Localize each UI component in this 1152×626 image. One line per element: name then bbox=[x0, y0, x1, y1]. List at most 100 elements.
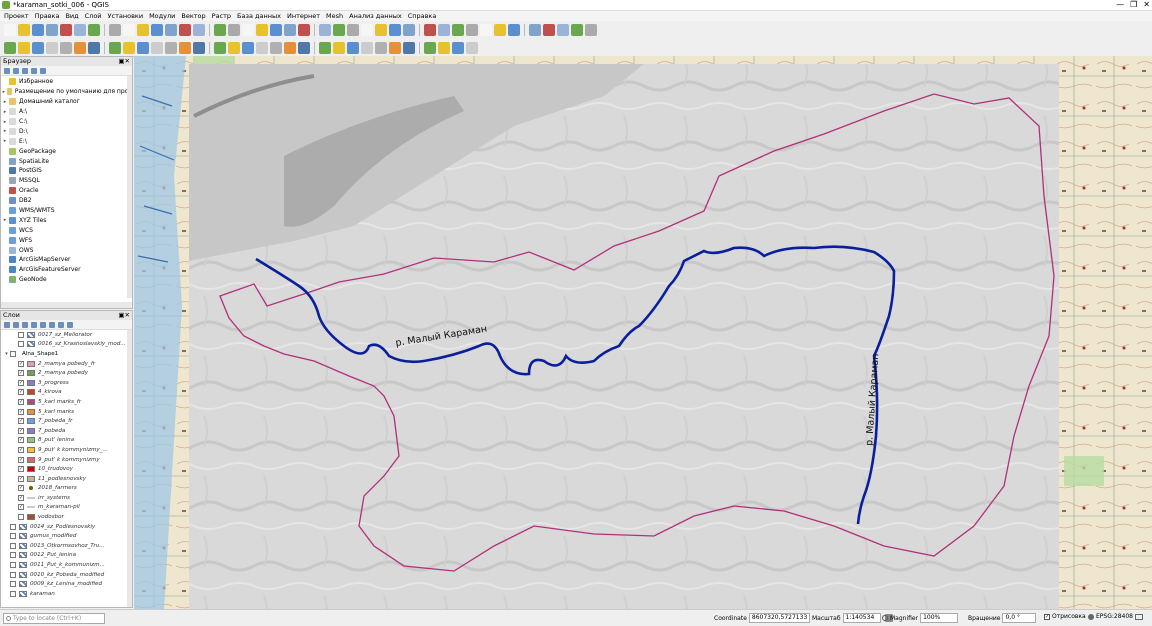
map-nav-tool-icon-24[interactable] bbox=[361, 24, 373, 36]
map-nav-tool-icon-20[interactable] bbox=[298, 24, 310, 36]
close-panel-icon[interactable]: ▣✕ bbox=[118, 57, 130, 66]
close-button[interactable]: ✕ bbox=[1143, 0, 1150, 10]
map-nav-tool-icon-15[interactable] bbox=[228, 24, 240, 36]
map-nav-tool-icon-30[interactable] bbox=[452, 24, 464, 36]
layer-row[interactable]: ✓ irr_systems bbox=[1, 493, 132, 503]
menu-item-9[interactable]: Интернет bbox=[287, 12, 320, 20]
browser-item[interactable]: WMS/WMTS bbox=[1, 206, 132, 216]
expand-arrow-icon[interactable]: ▸ bbox=[1, 119, 9, 125]
browser-item[interactable]: Oracle bbox=[1, 186, 132, 196]
browser-item[interactable]: ▸ XYZ Tiles bbox=[1, 215, 132, 225]
map-nav-tool-icon-37[interactable] bbox=[557, 24, 569, 36]
edit-tool-icon-7[interactable] bbox=[109, 41, 121, 54]
edit-tool-icon-27[interactable] bbox=[403, 41, 415, 54]
layer-visibility-checkbox[interactable]: ✓ bbox=[18, 494, 24, 501]
layer-visibility-checkbox[interactable]: ✓ bbox=[18, 427, 24, 434]
layer-row[interactable]: ▾ Alna_Shape1 bbox=[1, 349, 132, 359]
menu-item-5[interactable]: Модули bbox=[149, 12, 175, 20]
map-nav-tool-icon-2[interactable] bbox=[32, 24, 44, 36]
layer-visibility-checkbox[interactable] bbox=[10, 542, 16, 549]
menu-item-10[interactable]: Mesh bbox=[326, 12, 343, 20]
layer-visibility-checkbox[interactable]: ✓ bbox=[18, 485, 24, 492]
browser-item[interactable]: ▸ A:\ bbox=[1, 107, 132, 117]
rotation-field[interactable]: 0,0 ° bbox=[1002, 613, 1037, 623]
map-nav-tool-icon-6[interactable] bbox=[88, 24, 100, 36]
map-nav-tool-icon-29[interactable] bbox=[438, 24, 450, 36]
layer-row[interactable]: ✓ 5_karl marks bbox=[1, 407, 132, 417]
edit-tool-icon-23[interactable] bbox=[347, 41, 359, 54]
map-nav-tool-icon-3[interactable] bbox=[46, 24, 58, 36]
layer-row[interactable]: ✓ m_karaman-pil bbox=[1, 503, 132, 513]
add-selected-icon[interactable] bbox=[4, 67, 10, 74]
map-nav-tool-icon-36[interactable] bbox=[543, 24, 555, 36]
layer-row[interactable]: 0010_kz_Pobeda_modified bbox=[1, 570, 132, 580]
expand-arrow-icon[interactable]: ▸ bbox=[1, 99, 9, 105]
layer-visibility-checkbox[interactable] bbox=[18, 331, 24, 338]
messages-icon[interactable] bbox=[1134, 613, 1143, 620]
map-canvas[interactable]: р. Малый Караман р. Малый Караман bbox=[134, 56, 1152, 609]
menu-item-8[interactable]: База данных bbox=[237, 12, 281, 20]
map-nav-tool-icon-0[interactable] bbox=[4, 24, 16, 36]
crs-globe-icon[interactable] bbox=[1088, 613, 1094, 620]
edit-tool-icon-10[interactable] bbox=[151, 41, 163, 54]
layer-row[interactable]: ✓ 4_kirova bbox=[1, 388, 132, 398]
layer-visibility-checkbox[interactable]: ✓ bbox=[18, 446, 24, 453]
edit-tool-icon-8[interactable] bbox=[123, 41, 135, 54]
browser-item[interactable]: ▸ C:\ bbox=[1, 117, 132, 127]
map-nav-tool-icon-23[interactable] bbox=[347, 24, 359, 36]
layer-visibility-checkbox[interactable]: ✓ bbox=[18, 437, 24, 444]
layer-visibility-checkbox[interactable] bbox=[10, 571, 16, 578]
map-nav-tool-icon-13[interactable] bbox=[193, 24, 205, 36]
edit-tool-icon-15[interactable] bbox=[228, 41, 240, 54]
layer-row[interactable]: gumus_modified bbox=[1, 531, 132, 541]
layer-row[interactable]: ✓ 3_progress bbox=[1, 378, 132, 388]
layer-visibility-checkbox[interactable] bbox=[10, 552, 16, 559]
map-nav-tool-icon-21[interactable] bbox=[319, 24, 331, 36]
browser-item[interactable]: WFS bbox=[1, 235, 132, 245]
remove-layer-icon[interactable] bbox=[67, 321, 73, 328]
map-nav-tool-icon-31[interactable] bbox=[466, 24, 478, 36]
layer-row[interactable]: 0014_sz_Podlesnovskiy bbox=[1, 522, 132, 532]
layer-visibility-checkbox[interactable]: ✓ bbox=[18, 504, 24, 511]
crs-label[interactable]: EPSG:28408 bbox=[1096, 613, 1133, 620]
expand-arrow-icon[interactable]: ▸ bbox=[1, 89, 7, 95]
menu-item-6[interactable]: Вектор bbox=[181, 12, 205, 20]
map-nav-tool-icon-1[interactable] bbox=[18, 24, 30, 36]
expand-all-icon[interactable] bbox=[49, 321, 55, 328]
map-nav-tool-icon-19[interactable] bbox=[284, 24, 296, 36]
edit-tool-icon-12[interactable] bbox=[179, 41, 191, 54]
expand-arrow-icon[interactable]: ▸ bbox=[1, 138, 9, 144]
edit-tool-icon-24[interactable] bbox=[361, 41, 373, 54]
map-nav-tool-icon-7[interactable] bbox=[109, 24, 121, 36]
expand-arrow-icon[interactable]: ▸ bbox=[1, 217, 9, 223]
close-panel-icon[interactable]: ▣✕ bbox=[118, 311, 130, 320]
map-nav-tool-icon-32[interactable] bbox=[480, 24, 492, 36]
layer-row[interactable]: ✓ 2018_farmers bbox=[1, 484, 132, 494]
edit-tool-icon-16[interactable] bbox=[242, 41, 254, 54]
edit-tool-icon-21[interactable] bbox=[319, 41, 331, 54]
coordinate-field[interactable]: 8607320,5727133 bbox=[748, 613, 811, 623]
layer-row[interactable]: vodosbor bbox=[1, 512, 132, 522]
map-nav-tool-icon-17[interactable] bbox=[256, 24, 268, 36]
maximize-button[interactable]: ❐ bbox=[1130, 0, 1137, 10]
browser-item[interactable]: MSSQL bbox=[1, 176, 132, 186]
minimize-button[interactable]: — bbox=[1116, 0, 1124, 10]
refresh-icon[interactable] bbox=[13, 67, 19, 74]
expression-filter-icon[interactable] bbox=[40, 321, 46, 328]
edit-tool-icon-20[interactable] bbox=[298, 41, 310, 54]
collapse-all-icon[interactable] bbox=[31, 67, 37, 74]
browser-item[interactable]: SpatiaLite bbox=[1, 156, 132, 166]
edit-tool-icon-25[interactable] bbox=[375, 41, 387, 54]
map-nav-tool-icon-22[interactable] bbox=[333, 24, 345, 36]
layer-visibility-checkbox[interactable] bbox=[10, 523, 16, 530]
browser-item[interactable]: DB2 bbox=[1, 196, 132, 206]
layer-visibility-checkbox[interactable]: ✓ bbox=[18, 370, 24, 377]
layer-row[interactable]: ✓ 9_put' k kommynizmy bbox=[1, 455, 132, 465]
menu-item-11[interactable]: Анализ данных bbox=[349, 12, 402, 20]
scale-field[interactable]: 1:140534 bbox=[842, 613, 881, 623]
layer-visibility-checkbox[interactable]: ✓ bbox=[18, 408, 24, 415]
layer-row[interactable]: ✓ 9_put' k kommynizmy_... bbox=[1, 445, 132, 455]
browser-item[interactable]: ▸ E:\ bbox=[1, 136, 132, 146]
add-group-icon[interactable] bbox=[13, 321, 19, 328]
eye-icon[interactable] bbox=[22, 321, 28, 328]
